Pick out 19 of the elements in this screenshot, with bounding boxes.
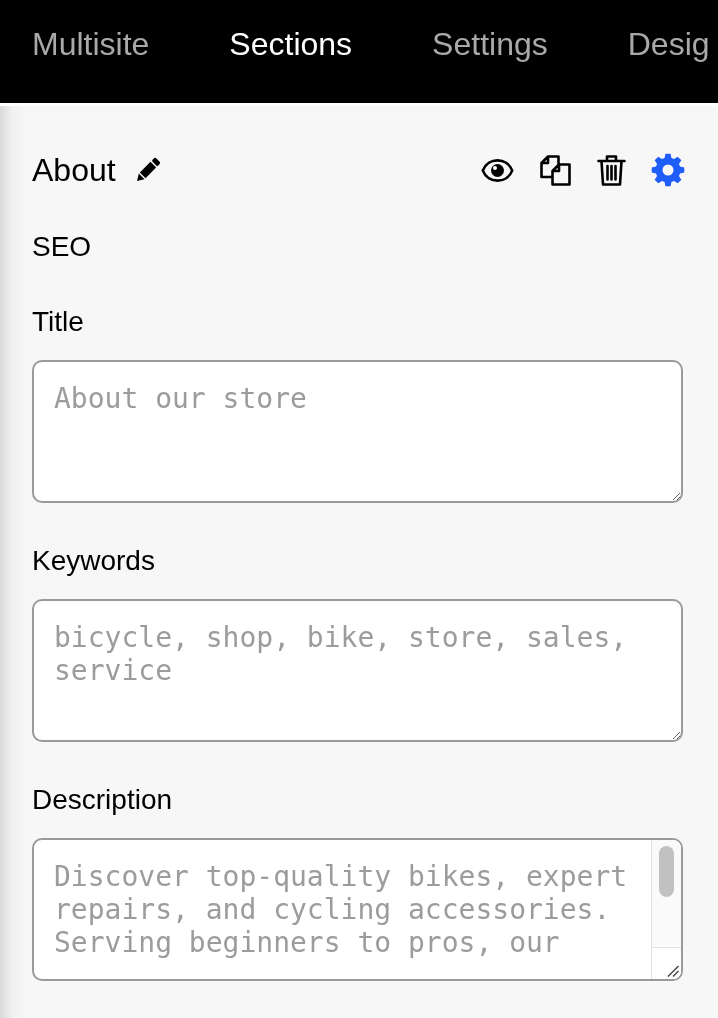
section-title: About bbox=[32, 151, 116, 190]
scrollbar-thumb[interactable] bbox=[659, 846, 674, 897]
nav-tab[interactable]: Desig bbox=[619, 21, 718, 67]
eye-icon[interactable] bbox=[481, 157, 514, 183]
textarea-field[interactable]: Discover top-quality bikes, expert repairs, and cycling accessories. Serving beginners to pros, our bbox=[32, 838, 683, 981]
nav-tab[interactable]: Sections bbox=[221, 21, 361, 67]
nav-tab[interactable]: Multisite bbox=[24, 21, 158, 67]
scrollbar[interactable] bbox=[651, 840, 681, 979]
copy-icon[interactable] bbox=[539, 153, 572, 187]
section-subheading: SEO bbox=[32, 230, 93, 264]
textarea-field[interactable]: bicycle, shop, bike, store, sales, service bbox=[32, 599, 683, 742]
nav-tab[interactable]: Settings bbox=[424, 21, 556, 67]
settings-icon[interactable] bbox=[651, 153, 685, 187]
field-label: Keywords bbox=[32, 544, 156, 578]
resize-grip-icon[interactable] bbox=[667, 965, 679, 977]
textarea-field[interactable]: About our store bbox=[32, 360, 683, 503]
field-label: Title bbox=[32, 305, 85, 339]
field-label: Description bbox=[32, 783, 174, 817]
trash-icon[interactable] bbox=[597, 153, 626, 187]
